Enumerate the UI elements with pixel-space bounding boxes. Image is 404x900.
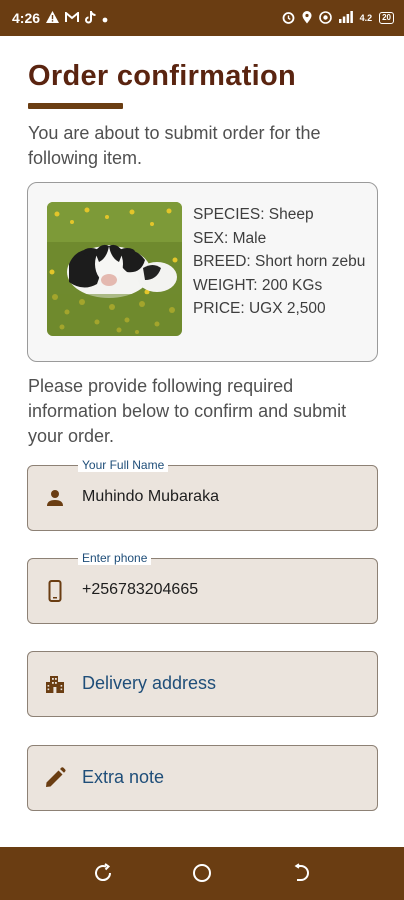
- status-left: 4:26: [12, 10, 108, 26]
- person-icon: [43, 486, 67, 510]
- page-title: Order confirmation: [28, 60, 297, 92]
- product-breed: BREED: Short horn zebu: [193, 253, 366, 270]
- instructions-text: Please provide following required inform…: [28, 376, 347, 446]
- system-nav-bar: [0, 847, 404, 900]
- recents-button[interactable]: [91, 861, 115, 885]
- warning-icon: [46, 11, 60, 25]
- product-details: SPECIES: Sheep SEX: Male BREED: Short ho…: [193, 203, 368, 321]
- status-right: 4.2 20: [282, 10, 394, 26]
- phone-input[interactable]: +256783204665: [82, 581, 198, 599]
- building-icon: [43, 672, 67, 696]
- hotspot-icon: [318, 10, 332, 26]
- pencil-icon: [43, 766, 67, 790]
- phone-field[interactable]: Enter phone +256783204665: [27, 551, 378, 624]
- full-name-label: Your Full Name: [78, 458, 169, 472]
- extra-note-field[interactable]: Extra note: [27, 745, 378, 811]
- product-species: SPECIES: Sheep: [193, 206, 314, 223]
- status-time: 4:26: [12, 10, 41, 26]
- network-speed: 4.2: [359, 13, 373, 23]
- home-button[interactable]: [190, 861, 214, 885]
- product-weight: WEIGHT: 200 KGs: [193, 276, 323, 294]
- phone-label: Enter phone: [78, 551, 152, 565]
- extra-note-input[interactable]: Extra note: [82, 767, 164, 788]
- alarm-icon: [282, 11, 295, 26]
- location-icon: [302, 10, 312, 26]
- full-name-field[interactable]: Your Full Name Muhindo Mubaraka: [27, 458, 378, 531]
- product-sex: SEX: Male: [193, 229, 267, 247]
- status-bar: 4:26 4.2 20: [0, 0, 404, 36]
- product-price: PRICE: UGX 2,500: [193, 300, 326, 317]
- back-button[interactable]: [289, 861, 313, 885]
- product-image: [47, 202, 182, 336]
- battery-icon: 20: [379, 12, 394, 24]
- tiktok-icon: [85, 10, 96, 26]
- title-underline: [28, 103, 123, 109]
- delivery-address-field[interactable]: Delivery address: [27, 651, 378, 717]
- intro-text: You are about to submit order for the fo…: [28, 123, 321, 168]
- product-card: SPECIES: Sheep SEX: Male BREED: Short ho…: [27, 182, 378, 362]
- full-name-input[interactable]: Muhindo Mubaraka: [82, 488, 219, 506]
- signal-icon: [338, 11, 353, 25]
- dot-icon: [102, 11, 108, 25]
- phone-icon: [43, 579, 67, 603]
- gmail-icon: [65, 10, 80, 25]
- delivery-address-input[interactable]: Delivery address: [82, 673, 216, 694]
